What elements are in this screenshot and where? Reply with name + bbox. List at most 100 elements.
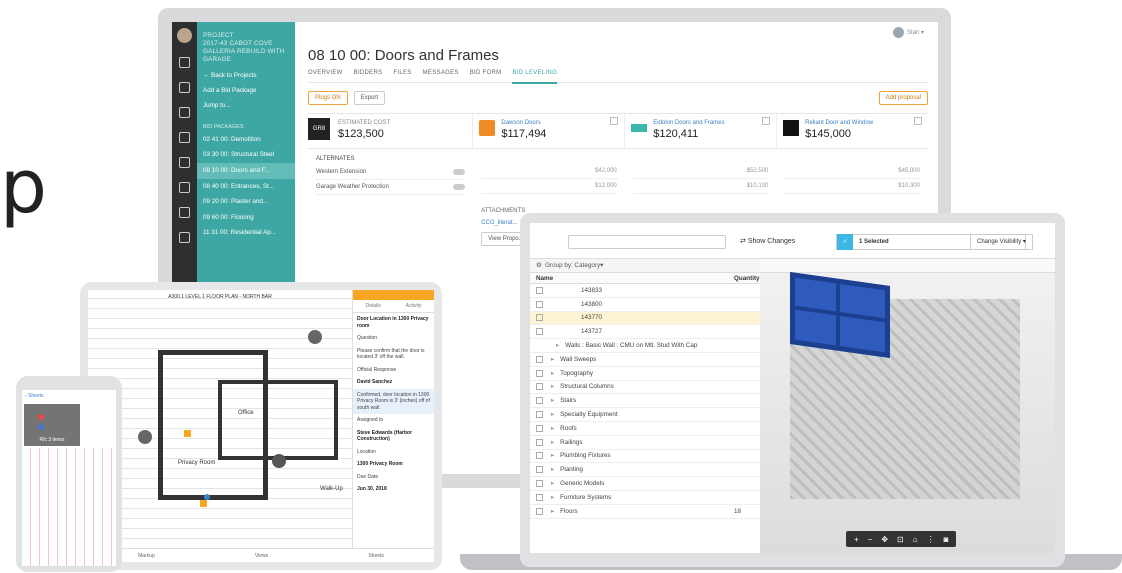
category-row[interactable]: ▸ Wall Sweeps <box>530 353 760 367</box>
alternate-toggle[interactable] <box>453 169 466 175</box>
row-checkbox[interactable] <box>536 355 543 363</box>
list-item[interactable]: 143727 <box>530 325 760 340</box>
orbit-icon[interactable]: ✥ <box>881 535 888 544</box>
expand-icon[interactable]: ▸ <box>536 342 559 349</box>
export-button[interactable]: Export <box>353 91 386 105</box>
camera-icon[interactable]: ◙ <box>944 535 949 544</box>
phone-back[interactable]: ‹ Sheets <box>22 390 116 402</box>
tab-markup[interactable]: Markup <box>138 553 155 559</box>
package-item[interactable]: 11 31 00: Residential Ap... <box>197 225 295 241</box>
row-checkbox[interactable] <box>536 480 543 488</box>
calendar-icon[interactable] <box>179 132 190 143</box>
list-item[interactable]: 143833 <box>530 284 760 298</box>
location-dot-icon[interactable] <box>204 494 210 500</box>
clock-icon[interactable] <box>179 182 190 193</box>
tab-activity[interactable]: Activity <box>406 303 422 309</box>
marker-circle-icon[interactable] <box>138 430 152 444</box>
expand-icon[interactable]: ▸ <box>551 480 554 487</box>
tab-details[interactable]: Details <box>365 303 380 309</box>
row-checkbox[interactable] <box>536 314 543 322</box>
bidder-name[interactable]: Dawson Doors <box>501 120 616 126</box>
pin-icon[interactable] <box>200 500 207 507</box>
group-by-select[interactable]: Group by: Category <box>545 262 600 269</box>
category-row[interactable]: ▸ Roofs <box>530 422 760 436</box>
category-row[interactable]: ▸ Planting <box>530 463 760 478</box>
tab-files[interactable]: FILES <box>393 70 411 76</box>
expand-icon[interactable]: ▸ <box>551 411 554 418</box>
clipboard-icon[interactable] <box>179 107 190 118</box>
tab-overview[interactable]: OVERVIEW <box>308 70 343 76</box>
package-item[interactable]: 03 30 00: Structural Steel <box>197 147 295 163</box>
search-input[interactable] <box>568 235 726 249</box>
category-row[interactable]: ▸ Topography <box>530 367 760 381</box>
expand-icon[interactable]: ▸ <box>551 466 554 473</box>
bidder-name[interactable]: Eidolon Doors and Frames <box>653 120 768 126</box>
nav-back[interactable]: ← Back to Projects <box>197 69 295 84</box>
settings-icon[interactable]: ⚙ <box>536 262 542 269</box>
expand-icon[interactable]: ▸ <box>551 439 554 446</box>
row-checkbox[interactable] <box>536 493 543 501</box>
tab-bidders[interactable]: BIDDERS <box>354 70 383 76</box>
dropdown-icon[interactable] <box>762 117 771 125</box>
tab-sheets[interactable]: Sheets <box>368 553 384 559</box>
col-name[interactable]: Name <box>536 275 734 282</box>
package-item[interactable]: 02 41 00: Demolition <box>197 132 295 148</box>
add-proposal-button[interactable]: Add proposal <box>878 91 928 105</box>
plugs-button[interactable]: Plugs ON <box>308 91 348 105</box>
package-item[interactable]: 09 60 00: Flooring <box>197 210 295 226</box>
dropdown-icon[interactable] <box>913 117 922 125</box>
bidder-name[interactable]: Reliant Door and Window <box>805 120 920 126</box>
chart-icon[interactable] <box>179 232 190 243</box>
row-checkbox[interactable] <box>536 300 543 308</box>
expand-icon[interactable]: ▸ <box>551 508 554 515</box>
image-icon[interactable] <box>179 207 190 218</box>
row-checkbox[interactable] <box>536 328 543 336</box>
category-row[interactable]: ▸ Specialty Equipment <box>530 408 760 422</box>
package-item-active[interactable]: 08 10 00: Doors and F... <box>197 162 295 179</box>
row-checkbox[interactable] <box>536 286 543 294</box>
home-icon[interactable]: ⌂ <box>913 535 918 544</box>
list-icon[interactable] <box>179 82 190 93</box>
pin-icon[interactable] <box>184 430 191 437</box>
row-checkbox[interactable] <box>536 397 543 405</box>
phone-plan[interactable] <box>22 448 116 566</box>
tab-bid-form[interactable]: BID FORM <box>470 70 502 76</box>
row-checkbox[interactable] <box>536 507 543 515</box>
expand-icon[interactable]: ▸ <box>551 494 554 501</box>
category-row[interactable]: ▸ Stairs <box>530 394 760 409</box>
list-item[interactable]: ▸ Walls : Basic Wall : CMU on Mtl. Stud W… <box>530 339 760 353</box>
user-menu[interactable]: Stan ▾ <box>892 27 924 38</box>
issue-dot-icon[interactable] <box>38 414 44 420</box>
marker-circle-icon[interactable] <box>308 330 322 344</box>
row-checkbox[interactable] <box>536 411 543 419</box>
marker-circle-icon[interactable] <box>272 454 286 468</box>
category-row[interactable]: ▸ Railings <box>530 436 760 450</box>
row-checkbox[interactable] <box>536 424 543 432</box>
category-row[interactable]: ▸ Structural Columns <box>530 381 760 395</box>
building-icon[interactable] <box>179 57 190 68</box>
package-item[interactable]: 09 20 00: Plaster and... <box>197 194 295 210</box>
fit-icon[interactable]: ⊡ <box>897 535 904 544</box>
issue-dot-icon[interactable] <box>38 424 44 430</box>
avatar[interactable] <box>177 28 192 43</box>
expand-icon[interactable]: ▸ <box>551 370 554 377</box>
tab-views[interactable]: Views <box>255 553 268 559</box>
check-icon[interactable]: ✓ <box>837 234 853 250</box>
more-icon[interactable]: ⋮ <box>927 535 935 544</box>
dropdown-icon[interactable] <box>610 117 619 125</box>
expand-icon[interactable]: ▸ <box>551 425 554 432</box>
package-item[interactable]: 08 40 00: Entrances, St... <box>197 179 295 195</box>
row-checkbox[interactable] <box>536 383 543 391</box>
nav-add-bid[interactable]: Add a Bid Package <box>197 84 295 99</box>
list-item-selected[interactable]: 143770 <box>530 311 760 326</box>
row-checkbox[interactable] <box>536 452 543 460</box>
category-row[interactable]: ▸ Generic Models <box>530 477 760 491</box>
tab-messages[interactable]: MESSAGES <box>423 70 459 76</box>
row-checkbox[interactable] <box>536 438 543 446</box>
expand-icon[interactable]: ▸ <box>551 452 554 459</box>
expand-icon[interactable]: ▸ <box>551 383 554 390</box>
expand-icon[interactable]: ▸ <box>551 356 554 363</box>
category-row[interactable]: ▸ Plumbing Fixtures <box>530 450 760 464</box>
floor-plan[interactable]: A300.1 LEVEL 1 FLOOR PLAN - NORTH BAR Pr… <box>88 290 352 548</box>
zoom-in-icon[interactable]: + <box>854 535 859 544</box>
